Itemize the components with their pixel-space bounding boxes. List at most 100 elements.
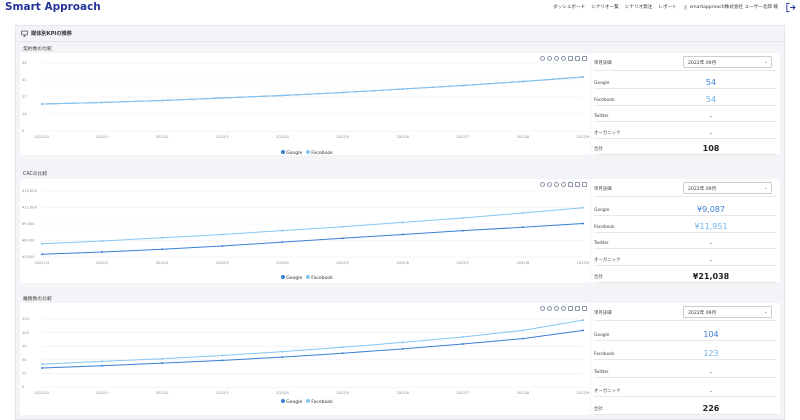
x-tick-label: 2022/7	[456, 135, 469, 139]
legend-label: Google	[286, 275, 303, 281]
x-tick-label: 2022/5	[336, 135, 349, 139]
data-point-google	[341, 237, 344, 240]
series-line-google	[41, 223, 584, 255]
data-point-facebook	[521, 329, 524, 332]
detail-row-label: Google	[594, 81, 610, 87]
nav-scenario-order[interactable]: シナリオ発注	[625, 4, 653, 10]
data-point-facebook	[101, 360, 104, 363]
detail-row-value: -	[709, 387, 713, 395]
nav-scenario-list[interactable]: シナリオ一覧	[591, 4, 619, 10]
line-chart: ¥3,000 ¥6,000 ¥9,000 ¥12,000 ¥15,000 2021/12 2…	[22, 189, 590, 265]
y-tick-label: ¥3,000	[22, 255, 35, 259]
x-tick-label: 2022/8	[517, 391, 530, 395]
detail-row: 合計 226	[594, 397, 777, 415]
detail-row-label: オーガニック	[594, 258, 621, 264]
detail-header-row: 単月詳細 2022年 09月 ⌄	[594, 303, 777, 321]
x-tick-label: 2021/12	[35, 135, 50, 139]
data-point-google	[41, 366, 43, 369]
data-point-facebook	[161, 99, 164, 102]
x-tick-label: 2022/2	[156, 261, 169, 265]
data-point-google	[101, 251, 104, 254]
x-tick-label: 2021/12	[35, 391, 50, 395]
chevron-down-icon: ⌄	[763, 185, 768, 191]
data-point-facebook	[401, 221, 404, 224]
detail-row-value: 226	[702, 403, 720, 413]
detail-row-value: 54	[705, 78, 717, 88]
monitor-icon	[21, 30, 28, 37]
legend-item[interactable]: Google	[277, 275, 303, 281]
detail-row: Facebook 123	[594, 341, 777, 360]
line-chart: 0 25 50 75 100 125 2021/12 2022/1 2022/2 2022/3 20…	[22, 317, 590, 395]
brand-logo[interactable]: Smart Approach	[5, 1, 101, 13]
legend-label: Google	[286, 399, 303, 405]
panel-header: 媒体別KPIの推移	[16, 26, 784, 42]
x-tick-label: 2022/4	[276, 261, 289, 265]
chart-legend: Google Facebook	[20, 399, 590, 405]
legend-dot-icon	[281, 399, 286, 403]
legend-item[interactable]: Google	[277, 150, 303, 156]
nav-dashboard[interactable]: ダッシュボード	[553, 4, 585, 10]
x-tick-label: 2022/6	[396, 135, 409, 139]
data-point-google	[461, 343, 464, 346]
x-tick-label: 2022/5	[336, 261, 349, 265]
x-tick-label: 2022/6	[396, 261, 409, 265]
data-point-google	[221, 359, 224, 362]
detail-row-label: Twitter	[594, 114, 609, 120]
detail-header-row: 単月詳細 2022年 09月 ⌄	[594, 179, 777, 197]
legend-label: Facebook	[311, 275, 333, 281]
series-line-facebook	[41, 207, 584, 245]
legend-item[interactable]: Google	[277, 399, 303, 405]
y-tick-label: 27	[22, 95, 27, 99]
y-tick-label: 41	[22, 78, 27, 82]
detail-row: Facebook ¥11,951	[594, 216, 777, 233]
detail-row-label: Twitter	[594, 370, 609, 376]
y-tick-label: 54	[22, 61, 27, 65]
data-point-facebook	[461, 335, 464, 338]
x-tick-label: 2021/12	[35, 261, 50, 265]
detail-row-label: Google	[594, 333, 610, 339]
legend-item[interactable]: Facebook	[302, 150, 333, 156]
chart-title: 離脱数の比較	[23, 297, 52, 302]
data-point-google	[161, 362, 164, 365]
y-tick-label: 50	[22, 358, 27, 362]
x-tick-label: 2022/4	[276, 135, 289, 139]
y-tick-label: ¥9,000	[22, 222, 35, 226]
chart-title: CACの比較	[23, 172, 48, 177]
detail-row-label: オーガニック	[594, 130, 621, 136]
data-point-google	[401, 347, 404, 350]
legend-item[interactable]: Facebook	[302, 275, 333, 281]
detail-row: オーガニック -	[594, 122, 777, 139]
month-select[interactable]: 2022年 09月 ⌄	[683, 56, 772, 68]
data-point-google	[521, 337, 524, 340]
detail-row-value: -	[709, 129, 713, 137]
monthly-detail-table: 単月詳細 2022年 09月 ⌄ Google 104 Facebook 123 Twitte…	[591, 303, 780, 415]
top-bar: Smart Approach ダッシュボード シナリオ一覧 シナリオ発注 レポー…	[0, 0, 800, 17]
detail-row-label: 合計	[594, 274, 603, 280]
legend-label: Google	[286, 150, 303, 156]
logout-icon[interactable]	[785, 2, 796, 13]
x-tick-label: 2022/3	[216, 261, 229, 265]
detail-row-value: 54	[705, 94, 717, 104]
data-point-facebook	[221, 233, 224, 236]
data-point-facebook	[101, 101, 104, 104]
month-select[interactable]: 2022年 09月 ⌄	[683, 306, 772, 318]
detail-row: Facebook 54	[594, 89, 777, 106]
data-point-facebook	[221, 97, 224, 99]
detail-row-value: -	[709, 257, 713, 265]
monthly-detail-table: 単月詳細 2022年 09月 ⌄ Google ¥9,087 Facebook ¥11,95…	[591, 179, 780, 283]
x-tick-label: 2022/2	[156, 391, 169, 395]
legend-item[interactable]: Facebook	[302, 399, 333, 405]
month-select[interactable]: 2022年 09月 ⌄	[683, 182, 772, 194]
chart-legend: Google Facebook	[20, 275, 590, 281]
data-point-facebook	[521, 212, 524, 214]
nav-report[interactable]: レポート	[658, 4, 676, 10]
chart-legend: Google Facebook	[20, 150, 590, 156]
x-tick-label: 2022/6	[396, 391, 409, 395]
data-point-google	[461, 229, 464, 232]
detail-row-label: Google	[594, 207, 610, 213]
data-point-facebook	[341, 225, 344, 228]
user-menu[interactable]: smartapproach株式会社 ユーザー北郎 様	[683, 4, 778, 10]
chevron-down-icon: ⌄	[763, 309, 768, 315]
y-tick-label: ¥6,000	[22, 239, 35, 243]
detail-row-value: -	[709, 113, 713, 121]
